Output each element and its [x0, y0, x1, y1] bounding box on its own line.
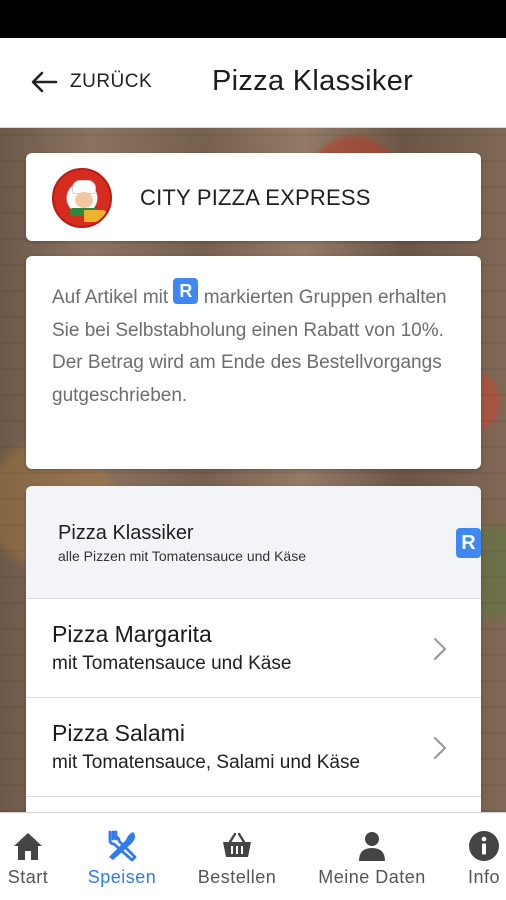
list-item[interactable]: Pizza Salami mit Tomatensauce, Salami un… [26, 698, 481, 797]
tab-label: Meine Daten [318, 867, 426, 887]
content-area[interactable]: CITY PIZZA EXPRESS Auf Artikel mit R mar… [0, 128, 506, 812]
discount-info-card: Auf Artikel mit R markierten Gruppen erh… [26, 256, 481, 469]
item-name: Pizza Margarita [52, 621, 212, 647]
r-badge-icon: R [173, 278, 199, 304]
info-icon [469, 831, 499, 861]
tab-label: Bestellen [197, 867, 277, 887]
menu-list: Pizza Klassiker alle Pizzen mit Tomatens… [26, 486, 481, 812]
item-description: mit Tomatensauce und Käse [52, 653, 292, 674]
back-label: ZURÜCK [70, 71, 153, 92]
utensils-icon [108, 830, 137, 862]
tab-meine-daten[interactable]: Meine Daten [312, 813, 432, 900]
app-header: ZURÜCK Pizza Klassiker [0, 38, 506, 128]
tab-label: Info [467, 867, 501, 887]
back-button[interactable]: ZURÜCK [28, 66, 152, 98]
chevron-right-icon [433, 637, 447, 661]
bottom-tab-bar: Start Speisen Bestellen Meine Daten Info [0, 812, 506, 900]
arrow-left-icon [31, 71, 58, 93]
group-title: Pizza Klassiker [58, 522, 194, 544]
shop-logo [52, 168, 112, 228]
chevron-right-icon [433, 736, 447, 760]
shop-name: CITY PIZZA EXPRESS [140, 185, 371, 210]
tab-label: Speisen [87, 867, 157, 887]
tab-label: Start [7, 867, 49, 887]
info-text-part: Auf Artikel mit [52, 287, 174, 308]
status-bar [0, 0, 506, 38]
item-name: Pizza Salami [52, 720, 185, 746]
tab-start[interactable]: Start [0, 813, 56, 900]
r-badge-icon: R [456, 528, 481, 558]
home-icon [14, 833, 42, 860]
group-subtitle: alle Pizzen mit Tomatensauce und Käse [58, 548, 306, 564]
shop-card: CITY PIZZA EXPRESS [26, 153, 481, 241]
tab-speisen[interactable]: Speisen [80, 813, 164, 900]
tab-bestellen[interactable]: Bestellen [192, 813, 282, 900]
item-description: mit Tomatensauce, Salami und Käse [52, 752, 361, 773]
page-title: Pizza Klassiker [212, 65, 414, 97]
group-header: Pizza Klassiker alle Pizzen mit Tomatens… [26, 486, 481, 599]
basket-icon [223, 832, 251, 857]
tab-info[interactable]: Info [462, 813, 506, 900]
discount-info-text: Auf Artikel mit R markierten Gruppen erh… [52, 278, 462, 412]
list-item[interactable]: Pizza Margarita mit Tomatensauce und Käs… [26, 599, 481, 698]
user-icon [359, 832, 385, 861]
